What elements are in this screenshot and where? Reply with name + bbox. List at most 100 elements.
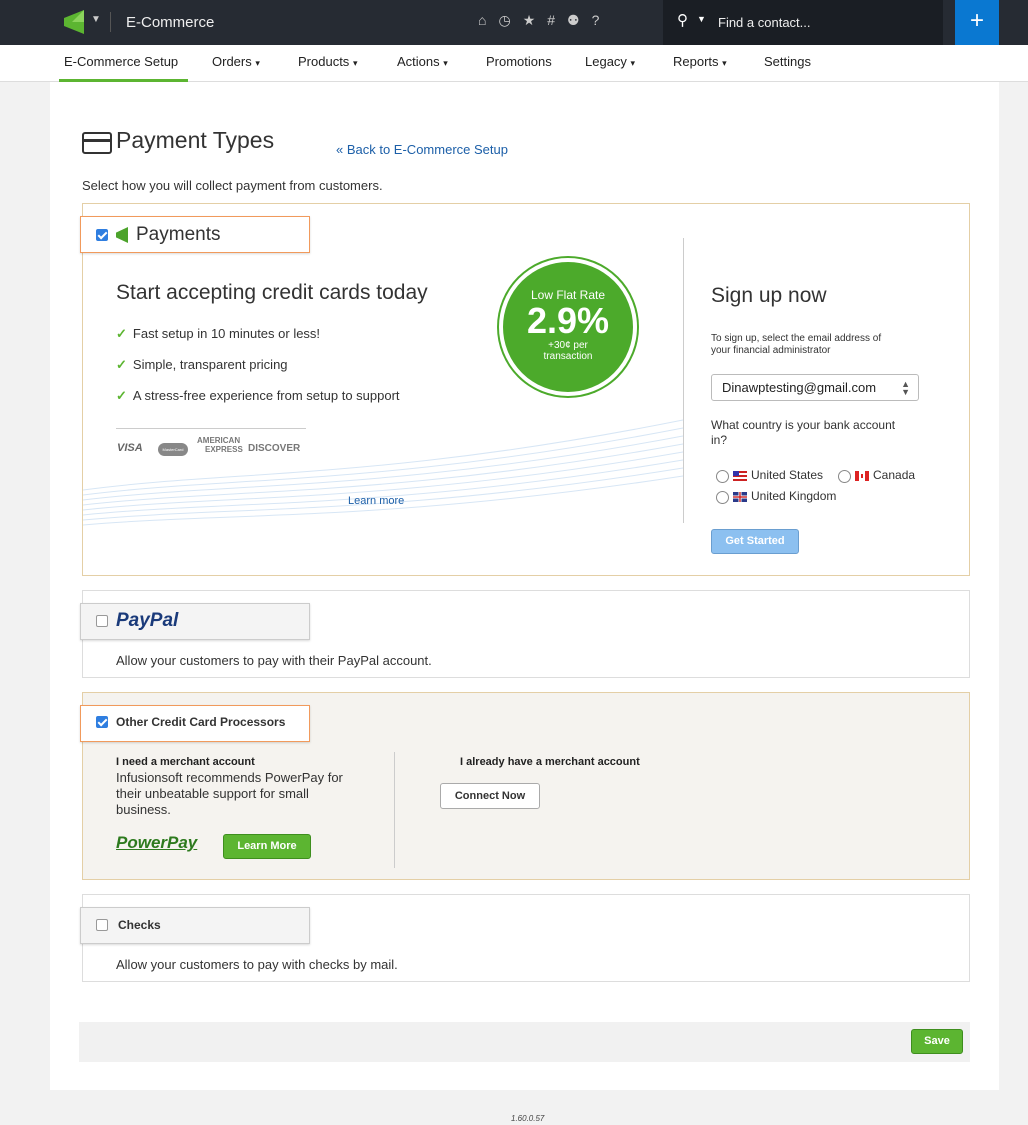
tab-legacy[interactable]: Legacy ▾ [585, 54, 635, 69]
signup-instructions-line1: To sign up, select the email address of [711, 333, 882, 344]
option-united-states: United States [733, 468, 823, 482]
amex-logo: AMERICAN EXPRESS [197, 436, 243, 454]
infusionsoft-logo-icon[interactable] [64, 10, 84, 34]
tab-reports-label: Reports [673, 54, 719, 69]
us-flag-icon [733, 470, 747, 481]
option-canada: Canada [855, 468, 915, 482]
quick-nav-icons: ⌂ ◷ ★ # ⚉ ? [478, 12, 599, 29]
signup-title: Sign up now [711, 284, 827, 307]
help-icon[interactable]: ? [592, 12, 600, 29]
paypal-checkbox[interactable] [96, 615, 108, 627]
label-united-states: United States [751, 468, 824, 482]
feature-item: ✓ Fast setup in 10 minutes or less! [116, 326, 320, 342]
connect-now-button[interactable]: Connect Now [440, 783, 540, 809]
tab-actions-label: Actions [397, 54, 440, 69]
chevron-down-icon: ▾ [443, 58, 448, 68]
page-title: Payment Types [116, 127, 275, 153]
need-merchant-line2: their unbeatable support for small [116, 786, 309, 801]
chevron-down-icon: ▾ [722, 58, 727, 68]
divider [116, 428, 306, 429]
admin-email-select[interactable]: Dinawptesting@gmail.com ▲ ▼ [711, 374, 919, 401]
rate-sub2: transaction [543, 351, 593, 362]
get-started-button[interactable]: Get Started [711, 529, 799, 554]
checks-checkbox[interactable] [96, 919, 108, 931]
divider [110, 12, 111, 32]
radio-united-kingdom[interactable] [716, 491, 729, 504]
feature-text: A stress-free experience from setup to s… [132, 388, 400, 403]
paypal-logo: PayPal [116, 610, 179, 631]
signup-instructions: To sign up, select the email address of y… [711, 333, 881, 357]
home-icon[interactable]: ⌂ [478, 12, 486, 29]
tab-promotions[interactable]: Promotions [486, 54, 552, 69]
checkmark-icon: ✓ [116, 388, 127, 403]
chevron-down-icon: ▾ [630, 58, 636, 68]
tab-orders-label: Orders [212, 54, 252, 69]
search-type-caret-icon[interactable]: ▼ [697, 14, 706, 24]
tab-orders[interactable]: Orders ▾ [212, 54, 260, 69]
need-merchant-text: Infusionsoft recommends PowerPay for thei… [116, 770, 343, 818]
tab-products[interactable]: Products ▾ [298, 54, 357, 69]
hashtag-icon[interactable]: # [547, 12, 555, 29]
checks-tab [80, 907, 310, 944]
checkmark-icon: ✓ [116, 326, 127, 341]
selected-email: Dinawptesting@gmail.com [722, 380, 877, 395]
clock-icon[interactable]: ◷ [498, 12, 510, 29]
rate-value: 2.9% [526, 300, 610, 341]
save-bar [79, 1022, 970, 1062]
back-link[interactable]: « Back to E-Commerce Setup [336, 142, 508, 157]
country-question-line1: What country is your bank account [711, 418, 896, 432]
feature-item: ✓ A stress-free experience from setup to … [116, 388, 400, 404]
checkmark-icon: ✓ [116, 357, 127, 372]
need-merchant-title: I need a merchant account [116, 756, 255, 768]
checks-title: Checks [118, 918, 161, 932]
need-merchant-line1: Infusionsoft recommends PowerPay for [116, 770, 343, 785]
panel-divider [683, 238, 684, 523]
rate-badge: Low Flat Rate 2.9% +30¢ per transaction [499, 258, 637, 396]
uk-flag-icon [733, 491, 747, 502]
learn-more-button[interactable]: Learn More [223, 834, 311, 859]
signup-instructions-line2: your financial administrator [711, 345, 831, 356]
search-icon[interactable]: ⚲ [677, 11, 688, 29]
feature-text: Simple, transparent pricing [132, 357, 288, 372]
tab-reports[interactable]: Reports ▾ [673, 54, 727, 69]
payments-checkbox[interactable] [96, 229, 108, 241]
other-cc-checkbox[interactable] [96, 716, 108, 728]
save-button[interactable]: Save [911, 1029, 963, 1054]
need-merchant-line3: business. [116, 802, 171, 817]
tab-legacy-label: Legacy [585, 54, 627, 69]
have-merchant-title: I already have a merchant account [460, 756, 640, 768]
radio-united-states[interactable] [716, 470, 729, 483]
discover-logo: DISCOVER [248, 443, 301, 454]
other-cc-title: Other Credit Card Processors [116, 715, 286, 729]
app-switcher-chevron-icon[interactable]: ▼ [91, 14, 101, 25]
panel-divider [394, 752, 395, 868]
learn-more-link[interactable]: Learn more [348, 495, 404, 507]
mastercard-logo: MasterCard [158, 443, 188, 456]
amex-line1: AMERICAN [197, 436, 241, 445]
feature-text: Fast setup in 10 minutes or less! [132, 326, 321, 341]
payments-headline: Start accepting credit cards today [116, 281, 428, 304]
star-icon[interactable]: ★ [523, 12, 536, 29]
tab-ecommerce-setup[interactable]: E-Commerce Setup [64, 54, 178, 69]
country-question: What country is your bank account in? [711, 418, 895, 448]
checks-description: Allow your customers to pay with checks … [116, 957, 398, 972]
canada-flag-icon [855, 470, 869, 481]
visa-logo: VISA [117, 442, 143, 454]
label-canada: Canada [873, 468, 916, 482]
feature-item: ✓ Simple, transparent pricing [116, 357, 288, 373]
version-label: 1.60.0.57 [511, 1114, 545, 1123]
powerpay-logo: PowerPay [116, 833, 198, 852]
credit-card-icon [82, 132, 112, 154]
tab-settings[interactable]: Settings [764, 54, 811, 69]
rate-sub1: +30¢ per [548, 340, 588, 351]
payments-title: Payments [136, 224, 221, 245]
radio-canada[interactable] [838, 470, 851, 483]
paypal-tab [80, 603, 310, 640]
app-title: E-Commerce [126, 14, 215, 31]
tab-actions[interactable]: Actions ▾ [397, 54, 448, 69]
tab-products-label: Products [298, 54, 350, 69]
quick-add-button[interactable]: + [955, 0, 999, 45]
search-input[interactable] [718, 12, 928, 32]
person-icon[interactable]: ⚉ [567, 12, 580, 29]
chevron-down-icon: ▾ [255, 58, 260, 68]
